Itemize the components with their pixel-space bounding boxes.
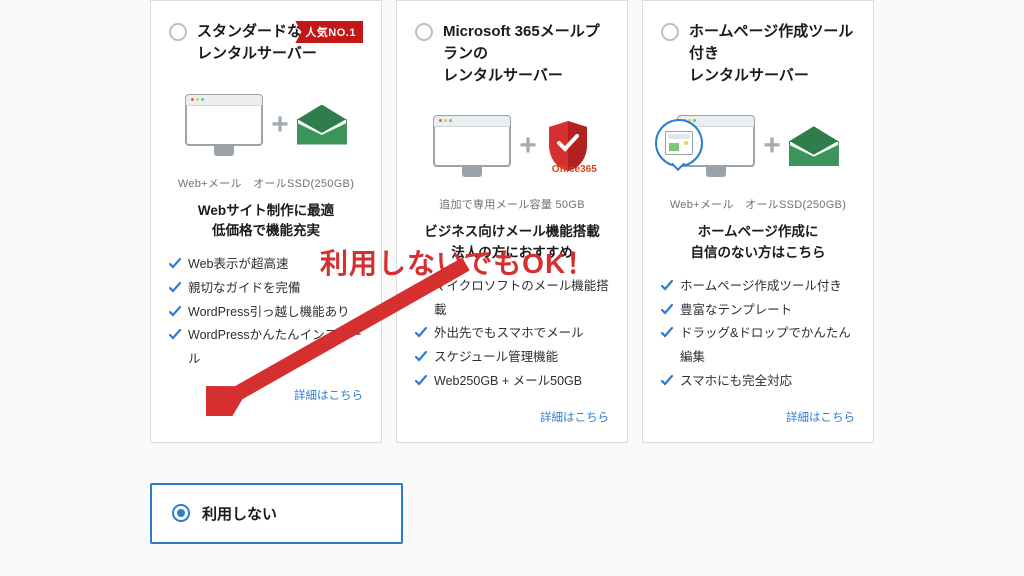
check-icon <box>661 304 673 316</box>
feature-list: Web表示が超高速 親切なガイドを完備 WordPress引っ越し機能あり Wo… <box>169 253 363 372</box>
feature-item: Web250GB + メール50GB <box>415 370 609 394</box>
plan-card-hp-builder[interactable]: ホームページ作成ツール付き レンタルサーバー + Web+メール オールSSD(… <box>642 0 874 443</box>
feature-list: ホームページ作成ツール付き 豊富なテンプレート ドラッグ&ドロップでかんたん編集… <box>661 275 855 394</box>
feature-item: 豊富なテンプレート <box>661 299 855 323</box>
monitor-icon <box>185 94 263 146</box>
feature-item: スマホにも完全対応 <box>661 370 855 394</box>
office365-label: Office365 <box>552 164 597 175</box>
shield-icon: Office365 <box>545 119 591 173</box>
check-icon <box>415 327 427 339</box>
check-icon <box>661 280 673 292</box>
plan-title: ホームページ作成ツール付き レンタルサーバー <box>689 21 855 86</box>
plan-subtext: 追加で専用メール容量 50GB <box>415 196 609 212</box>
popular-badge: 人気NO.1 <box>295 21 363 43</box>
check-icon <box>169 306 181 318</box>
feature-list: マイクロソフトのメール機能搭載 外出先でもスマホでメール スケジュール管理機能 … <box>415 275 609 394</box>
plus-icon: + <box>763 129 781 163</box>
feature-item: Web表示が超高速 <box>169 253 363 277</box>
check-icon <box>415 351 427 363</box>
plan-tagline: Webサイト制作に最適 低価格で機能充実 <box>169 201 363 242</box>
radio-icon[interactable] <box>661 23 679 41</box>
plan-card-m365[interactable]: Microsoft 365メールプランの レンタルサーバー + Office36… <box>396 0 628 443</box>
feature-item: ドラッグ&ドロップでかんたん編集 <box>661 322 855 370</box>
plan-illustration: + <box>661 102 855 190</box>
plus-icon: + <box>271 108 289 142</box>
check-icon <box>169 282 181 294</box>
check-icon <box>415 280 427 292</box>
details-link[interactable]: 詳細はこちら <box>294 390 363 402</box>
check-icon <box>169 329 181 341</box>
radio-icon[interactable] <box>169 23 187 41</box>
details-link[interactable]: 詳細はこちら <box>540 412 609 424</box>
check-icon <box>661 327 673 339</box>
details-link[interactable]: 詳細はこちら <box>786 412 855 424</box>
plan-title: Microsoft 365メールプランの レンタルサーバー <box>443 21 609 86</box>
plan-illustration: + Office365 <box>415 102 609 190</box>
plan-card-row: 人気NO.1 スタンダードな レンタルサーバー + Web+メール オールSSD… <box>150 0 874 443</box>
plan-tagline: ビジネス向けメール機能搭載 法人の方におすすめ <box>415 222 609 263</box>
plan-tagline: ホームページ作成に 自信のない方はこちら <box>661 222 855 263</box>
feature-item: マイクロソフトのメール機能搭載 <box>415 275 609 323</box>
feature-item: 親切なガイドを完備 <box>169 277 363 301</box>
plan-illustration: + <box>169 81 363 169</box>
feature-item: WordPressかんたんインストール <box>169 324 363 372</box>
feature-item: WordPress引っ越し機能あり <box>169 301 363 325</box>
check-icon <box>415 375 427 387</box>
radio-selected-icon[interactable] <box>172 504 190 522</box>
plan-card-standard[interactable]: 人気NO.1 スタンダードな レンタルサーバー + Web+メール オールSSD… <box>150 0 382 443</box>
feature-item: スケジュール管理機能 <box>415 346 609 370</box>
option-none-label: 利用しない <box>202 503 277 524</box>
feature-item: ホームページ作成ツール付き <box>661 275 855 299</box>
plan-subtext: Web+メール オールSSD(250GB) <box>169 175 363 191</box>
radio-icon[interactable] <box>415 23 433 41</box>
monitor-icon <box>433 115 511 167</box>
option-none[interactable]: 利用しない <box>150 483 403 544</box>
plus-icon: + <box>519 129 537 163</box>
feature-item: 外出先でもスマホでメール <box>415 322 609 346</box>
mail-icon <box>297 105 347 145</box>
check-icon <box>169 258 181 270</box>
check-icon <box>661 375 673 387</box>
plan-subtext: Web+メール オールSSD(250GB) <box>661 196 855 212</box>
mail-icon <box>789 126 839 166</box>
